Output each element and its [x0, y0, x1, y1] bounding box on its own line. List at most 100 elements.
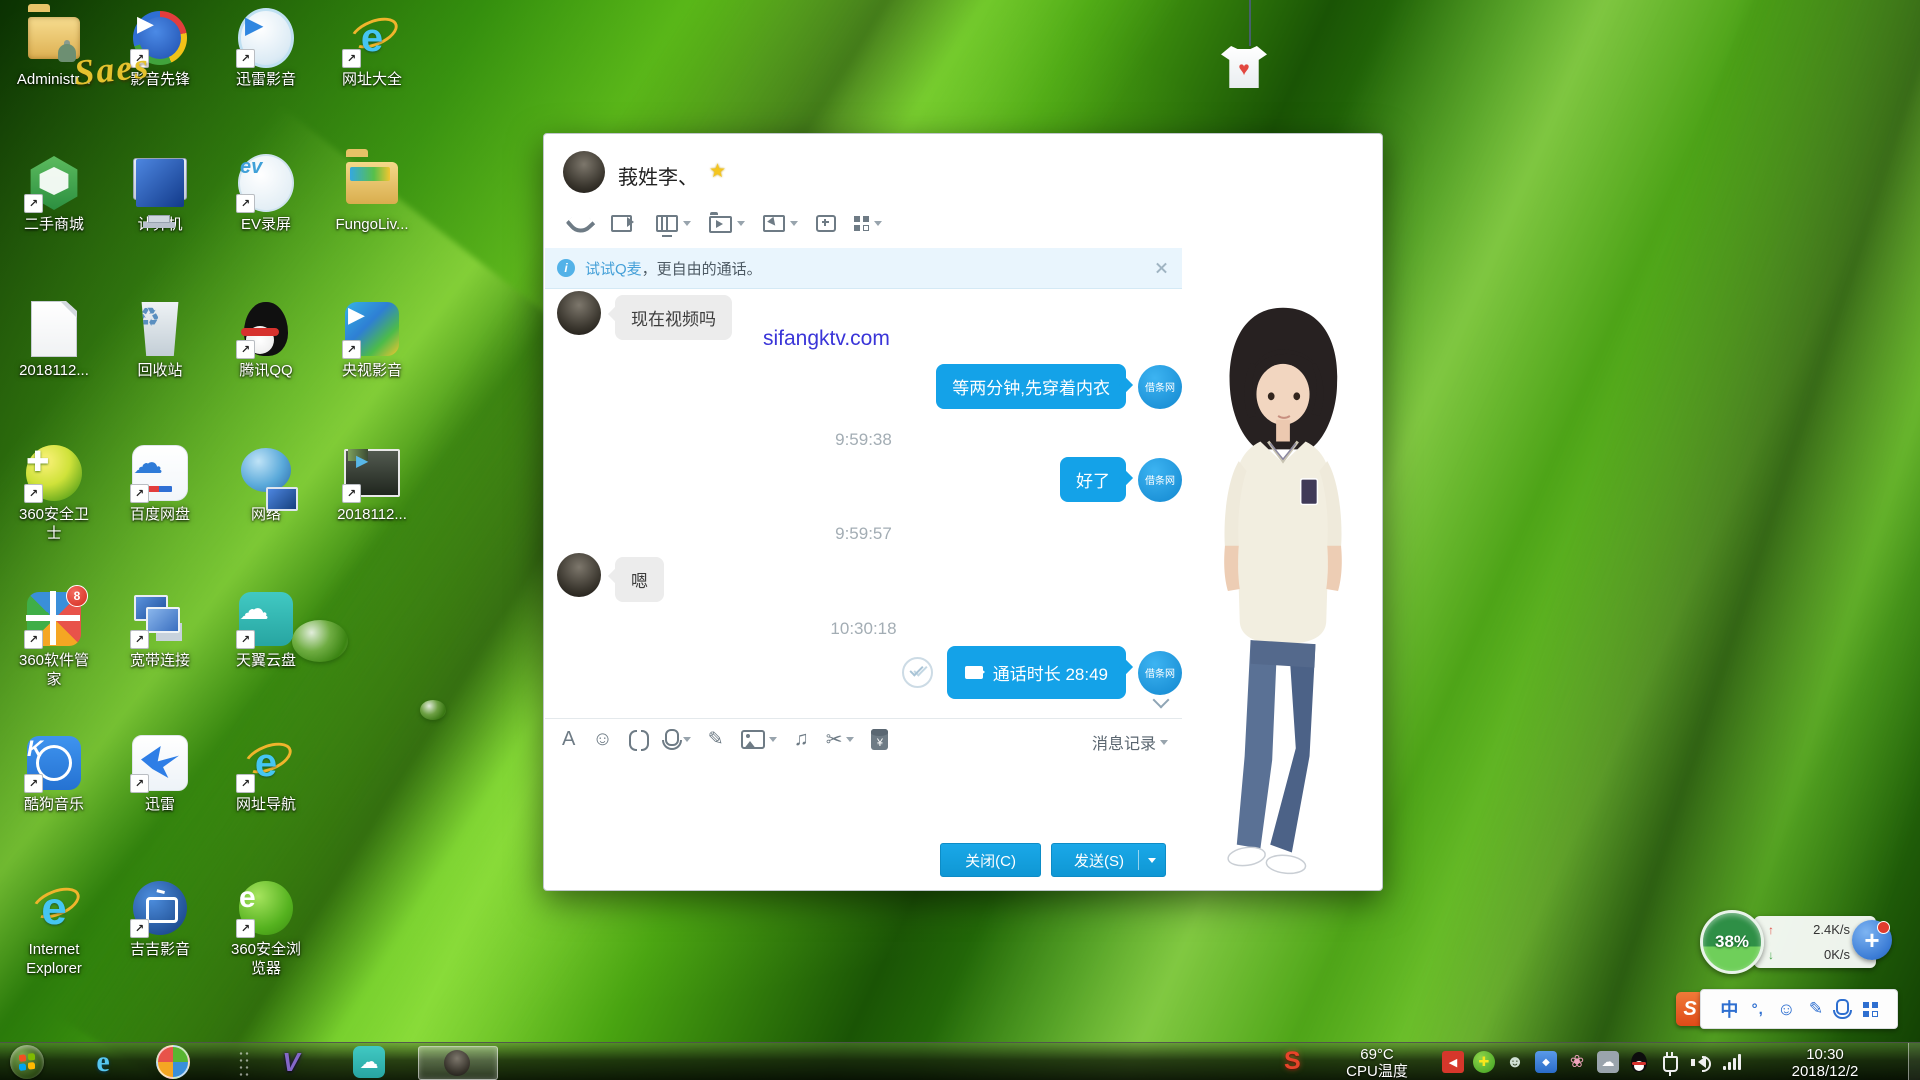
- desktop-icon-broadband-connection[interactable]: ↗ 宽带连接: [108, 591, 212, 671]
- taskbar-tianyi-cloud[interactable]: ☁: [352, 1047, 386, 1077]
- start-button[interactable]: [10, 1045, 44, 1079]
- emoji-button[interactable]: ☺: [592, 728, 612, 751]
- desktop-icon-kugou-music[interactable]: K ↗ 酷狗音乐: [2, 735, 106, 815]
- desktop-icon-internet-explorer[interactable]: e Internet Explorer: [2, 880, 106, 979]
- network-speed-panel[interactable]: ↑ 2.4K/s ↓ 0K/s +: [1754, 916, 1876, 968]
- notification-badge: 8: [66, 585, 88, 607]
- desktop-icon-computer[interactable]: 计算机: [108, 155, 212, 235]
- desktop-icon-tianyi-cloud[interactable]: ☁ ↗ 天翼云盘: [214, 591, 318, 671]
- show-desktop-button[interactable]: [1908, 1043, 1920, 1080]
- announcement-icon[interactable]: ◀: [1442, 1051, 1464, 1073]
- send-button[interactable]: 发送(S): [1051, 843, 1166, 877]
- cloud-tray-icon[interactable]: ☁: [1597, 1051, 1619, 1073]
- peer-avatar[interactable]: [563, 151, 605, 193]
- desktop-icon-fungolive[interactable]: FungoLiv...: [320, 155, 424, 235]
- taskbar-360[interactable]: [156, 1047, 190, 1077]
- qq-tray-icon[interactable]: [1628, 1051, 1650, 1073]
- scroll-to-bottom-button[interactable]: [1154, 694, 1168, 708]
- screen-demo-button[interactable]: [652, 213, 695, 234]
- desktop-icon-wangzhi-daohang[interactable]: e ↗ 网址导航: [214, 735, 318, 815]
- ime-handwriting-button[interactable]: ✎: [1809, 999, 1823, 1019]
- monitor-icon: [133, 158, 187, 200]
- handwriting-button[interactable]: ✎: [708, 728, 724, 751]
- taskbar-clock[interactable]: 10:30 2018/12/2: [1760, 1046, 1890, 1080]
- call-record-bubble[interactable]: 通话时长 28:49: [947, 646, 1126, 699]
- timestamp: 9:59:57: [545, 524, 1182, 544]
- memory-ball[interactable]: 38%: [1700, 910, 1764, 974]
- shake-icon: [630, 730, 648, 749]
- qq-show-girl[interactable]: [1193, 294, 1373, 884]
- desktop-icon-video-2018112[interactable]: ▶ ↗ 2018112...: [320, 445, 424, 525]
- send-file-button[interactable]: [705, 211, 749, 235]
- peer-avatar[interactable]: [557, 553, 601, 597]
- shortcut-arrow-icon: ↗: [236, 194, 255, 213]
- power-plug-tray-icon[interactable]: [1659, 1051, 1681, 1073]
- desktop-icon-xunlei[interactable]: ↗ 迅雷: [108, 735, 212, 815]
- desktop-icon-network[interactable]: 网络: [214, 445, 318, 525]
- ime-emoji-button[interactable]: ☺: [1777, 999, 1795, 1020]
- message-input[interactable]: [545, 761, 1182, 841]
- desktop-icon-ev-recorder[interactable]: ev ↗ EV录屏: [214, 155, 318, 235]
- notice-close-icon[interactable]: [1155, 261, 1168, 274]
- message-history-button[interactable]: 消息记录: [1092, 730, 1168, 754]
- desktop-icon-360-software-manager[interactable]: 8 ↗ 360软件管家: [2, 591, 106, 690]
- desktop-icon-recycle-bin[interactable]: ♻ 回收站: [108, 301, 212, 381]
- desktop-icon-cctv-yingyin[interactable]: ▶ ↗ 央视影音: [320, 301, 424, 381]
- notification-dot: [1877, 921, 1890, 934]
- chat-toolbar: [564, 210, 886, 236]
- voice-message-button[interactable]: [665, 733, 691, 746]
- self-avatar[interactable]: 借条网: [1138, 458, 1182, 502]
- desktop-icon-xunlei-yingyin[interactable]: ▶ ↗ 迅雷影音: [214, 10, 318, 90]
- desktop-icon-document-2018112[interactable]: 2018112...: [2, 301, 106, 381]
- taskbar-active-chat-task[interactable]: [418, 1046, 498, 1080]
- desktop-icon-tencent-qq[interactable]: ↗ 腾讯QQ: [214, 301, 318, 381]
- create-group-button[interactable]: [812, 213, 840, 234]
- send-image-button[interactable]: [741, 730, 777, 749]
- font-button[interactable]: A: [562, 728, 575, 751]
- desktop-icon-wangzhi-daquan[interactable]: e ↗ 网址大全: [320, 10, 424, 90]
- music-button[interactable]: ♫: [794, 728, 809, 751]
- ime-punctuation-button[interactable]: °,: [1752, 1001, 1764, 1018]
- desktop-icon-ershou-shangcheng[interactable]: ↗ 二手商城: [2, 155, 106, 235]
- user-tray-icon[interactable]: ☻: [1504, 1051, 1526, 1073]
- 360-tray-icon[interactable]: ✚: [1473, 1051, 1495, 1073]
- red-packet-button[interactable]: ¥: [871, 729, 888, 750]
- cpu-temperature: 69°C CPU温度: [1318, 1046, 1436, 1080]
- window-shake-button[interactable]: [630, 730, 648, 749]
- remote-desktop-button[interactable]: [759, 213, 802, 234]
- desktop-icon-360-safe[interactable]: ✚ ↗ 360安全卫士: [2, 445, 106, 544]
- notice-text: ，更自由的通话。: [642, 258, 762, 279]
- tray-sogou-icon[interactable]: S: [1284, 1047, 1301, 1076]
- desktop-icon-baidu-netdisk[interactable]: ☁ ↗ 百度网盘: [108, 445, 212, 525]
- video-call-button[interactable]: [607, 213, 642, 234]
- ime-voice-button[interactable]: [1836, 1004, 1849, 1015]
- taskbar-ie[interactable]: e: [86, 1047, 120, 1077]
- volume-tray-icon[interactable]: [1690, 1051, 1712, 1073]
- taskbar-player[interactable]: V: [274, 1047, 308, 1077]
- message-bubble: 嗯: [615, 557, 664, 602]
- peer-avatar[interactable]: [557, 291, 601, 335]
- apps-button[interactable]: [850, 214, 886, 233]
- send-options-arrow[interactable]: [1139, 853, 1165, 867]
- ime-toolbox-button[interactable]: [1863, 1002, 1878, 1017]
- ie-e-icon: e: [26, 880, 82, 936]
- self-avatar[interactable]: 借条网: [1138, 365, 1182, 409]
- grid-icon: [1863, 1002, 1878, 1017]
- close-chat-button[interactable]: 关闭(C): [940, 843, 1041, 877]
- blue-app-tray-icon[interactable]: ◆: [1535, 1051, 1557, 1073]
- desktop-icon-360-browser[interactable]: e ↗ 360安全浏览器: [214, 880, 318, 979]
- voice-call-button[interactable]: [564, 211, 597, 236]
- accelerate-button[interactable]: +: [1852, 920, 1892, 960]
- shortcut-arrow-icon: ↗: [342, 340, 361, 359]
- clock-time: 10:30: [1760, 1046, 1890, 1063]
- screenshot-button[interactable]: ✂: [826, 727, 855, 752]
- qmic-link[interactable]: 试试Q麦: [585, 258, 642, 279]
- star-vip-icon[interactable]: ★: [709, 160, 726, 183]
- flower-tray-icon[interactable]: ❀: [1566, 1051, 1588, 1073]
- self-avatar[interactable]: 借条网: [1138, 651, 1182, 695]
- hanging-shirt-charm: ♥: [1232, 0, 1267, 88]
- desktop-icon-jiji-yingyin[interactable]: ↗ 吉吉影音: [108, 880, 212, 960]
- ime-language-button[interactable]: 中: [1720, 996, 1738, 1022]
- network-tray-icon[interactable]: [1721, 1051, 1743, 1073]
- saes-watermark: Saes: [72, 44, 152, 94]
